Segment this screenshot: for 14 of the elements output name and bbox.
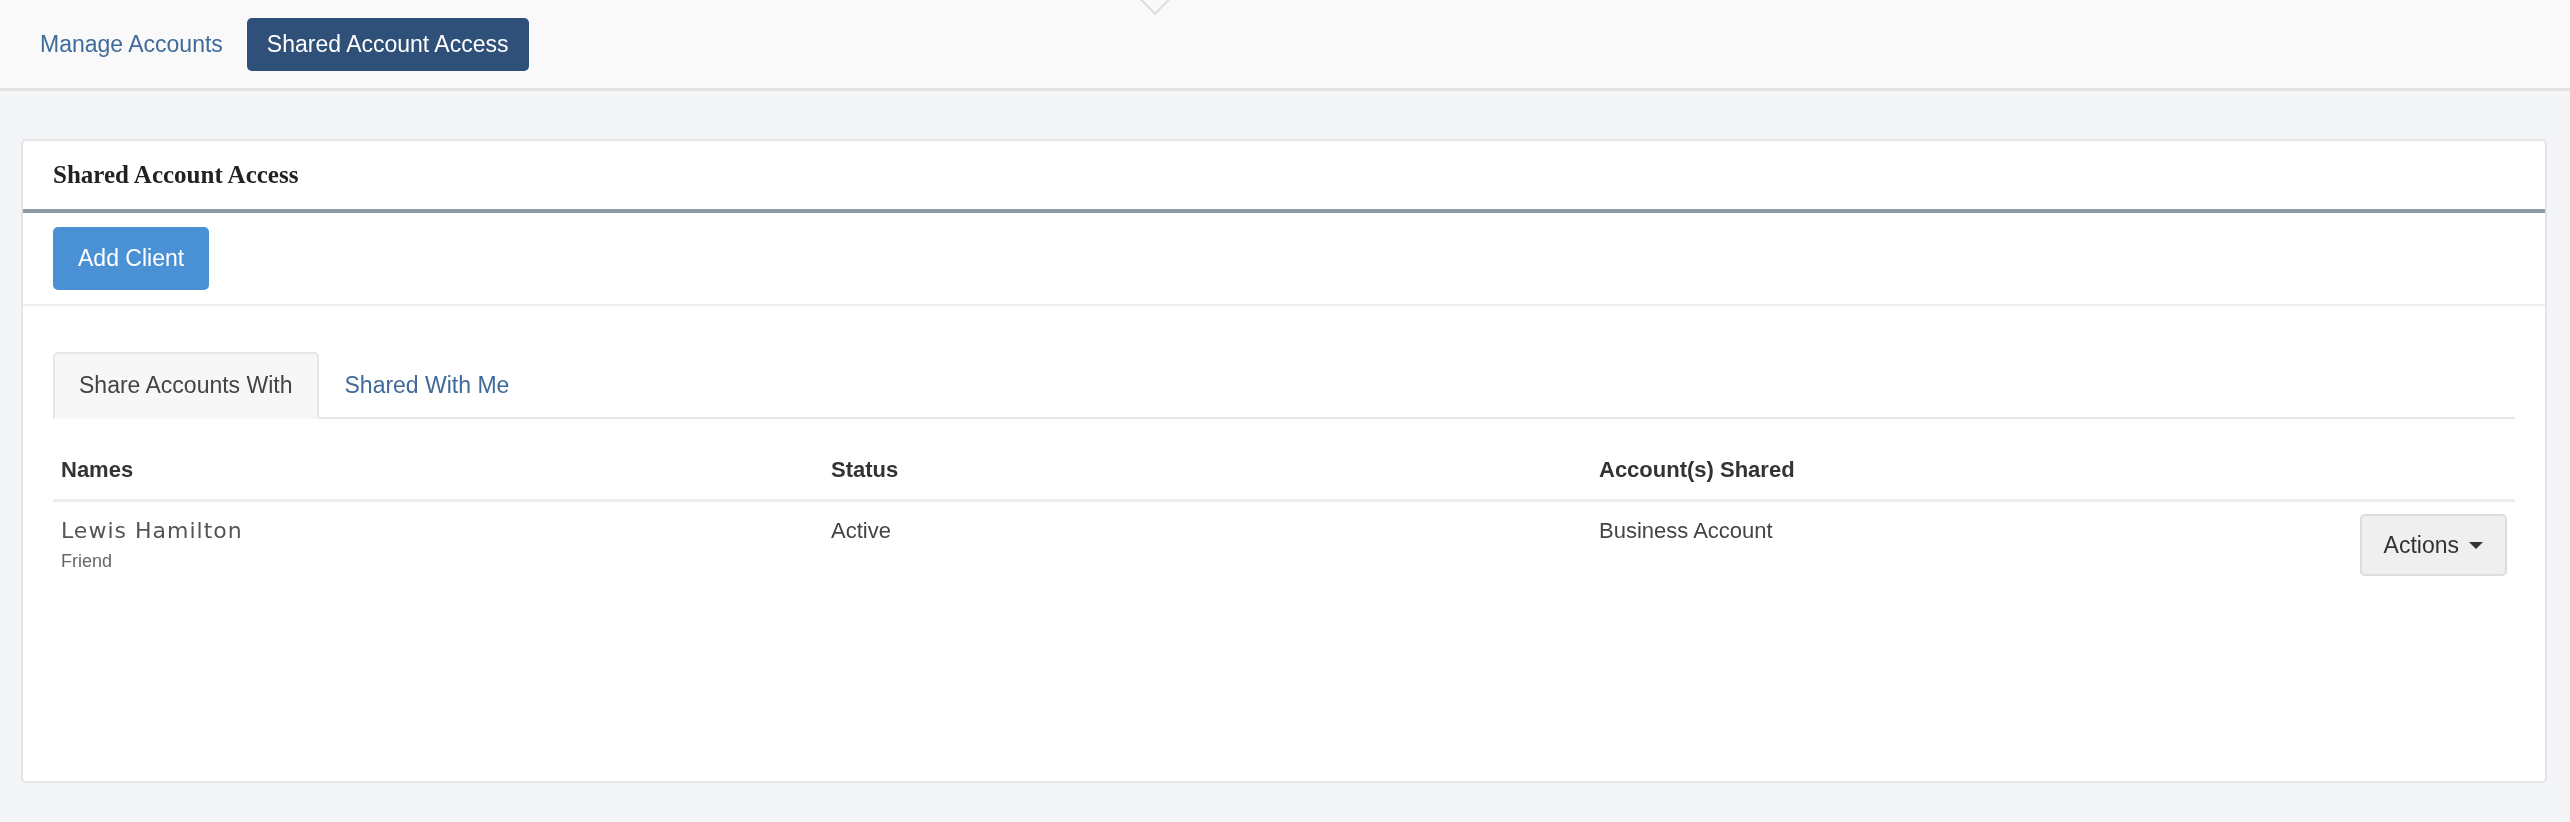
status-text: Active bbox=[831, 518, 891, 543]
nav-link[interactable]: Shared Account Access bbox=[246, 18, 529, 71]
tab[interactable]: Share Accounts With bbox=[53, 352, 319, 419]
account-name: Business Account bbox=[1599, 518, 1773, 543]
actions-dropdown-button[interactable]: Actions bbox=[2359, 514, 2507, 576]
relationship-label: Friend bbox=[61, 551, 114, 572]
column-header: Names bbox=[61, 457, 134, 482]
column-header: Account(s) Shared bbox=[1599, 457, 1795, 482]
nav-link[interactable]: Manage Accounts bbox=[40, 19, 223, 70]
panel-title: Shared Account Access bbox=[53, 161, 299, 189]
tab[interactable]: Shared With Me bbox=[318, 352, 536, 419]
column-header: Status bbox=[831, 457, 899, 482]
client-name: Lewis Hamilton bbox=[61, 518, 244, 543]
caret-icon bbox=[2469, 541, 2483, 549]
